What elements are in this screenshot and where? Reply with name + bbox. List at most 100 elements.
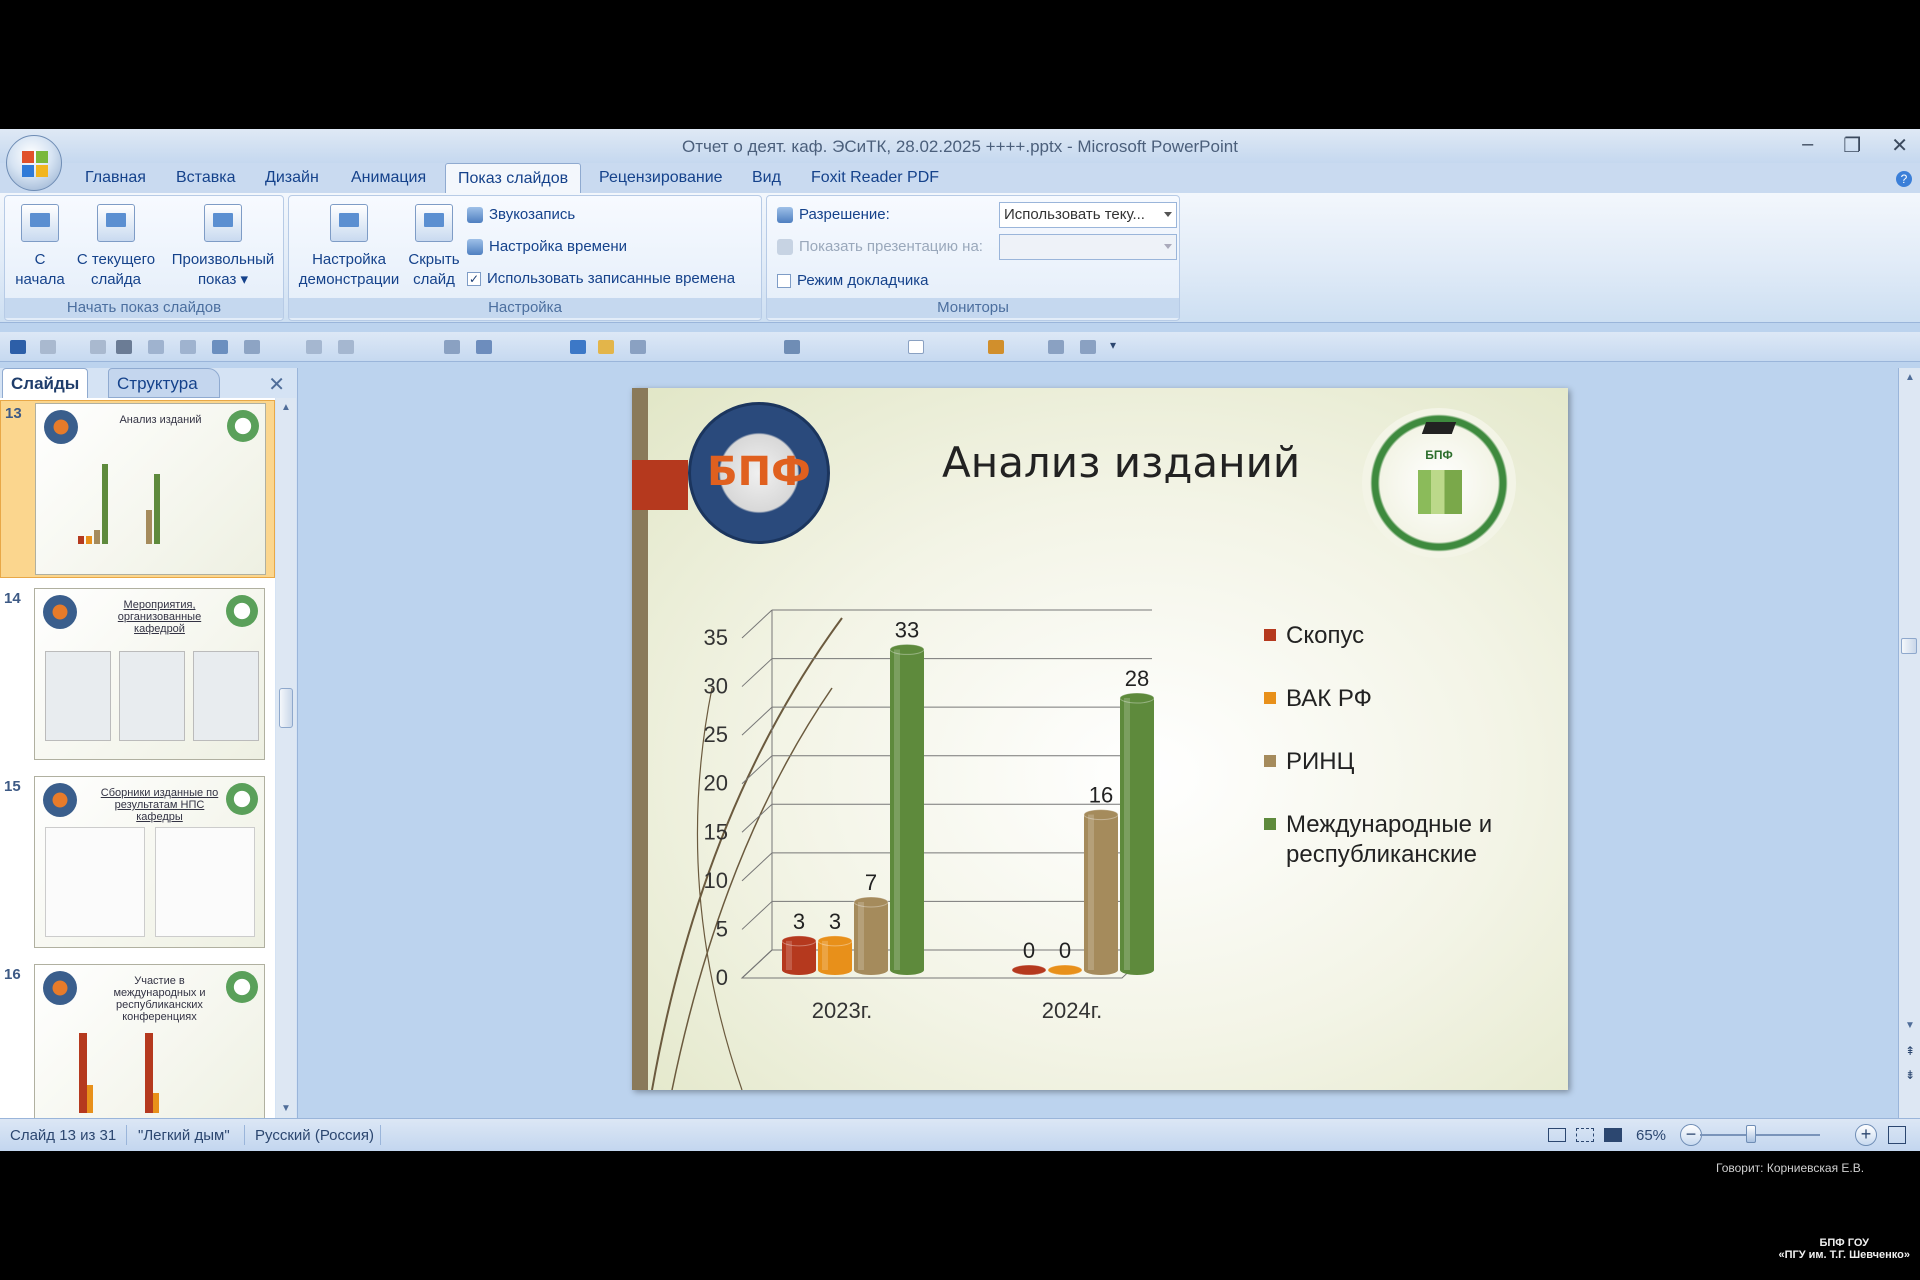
custom-show-icon xyxy=(204,204,242,242)
scroll-thumb[interactable] xyxy=(279,688,293,728)
data-label: 16 xyxy=(1089,783,1113,808)
tab-foxit[interactable]: Foxit Reader PDF xyxy=(801,169,949,187)
camera-icon[interactable] xyxy=(1080,340,1096,354)
new-slide-icon[interactable] xyxy=(908,340,924,354)
next-slide-icon[interactable]: ⇟ xyxy=(1905,1068,1915,1082)
minimize-icon[interactable]: – xyxy=(1802,133,1813,158)
tab-animation[interactable]: Анимация xyxy=(341,169,436,187)
group-start-show: С начала С текущего слайда Произвольный … xyxy=(4,195,284,321)
open-folder-icon[interactable] xyxy=(598,340,614,354)
copy-icon[interactable] xyxy=(306,340,322,354)
slideshow-view-icon[interactable] xyxy=(1604,1128,1622,1142)
divider xyxy=(126,1125,127,1145)
zoom-slider-handle[interactable] xyxy=(1746,1125,1756,1143)
zoom-slider[interactable] xyxy=(1700,1134,1820,1136)
tab-design[interactable]: Дизайн xyxy=(255,169,329,187)
format-painter-icon[interactable] xyxy=(1048,340,1064,354)
rehearse-timings-button[interactable]: Настройка времени xyxy=(467,238,627,255)
custom-show-button[interactable]: Произвольный показ ▾ xyxy=(165,204,281,290)
tab-slides[interactable]: Слайды xyxy=(2,368,89,398)
thumbnails-scrollbar[interactable]: ▲ ▼ xyxy=(276,398,296,1118)
scroll-up-icon[interactable]: ▲ xyxy=(281,402,291,413)
scroll-thumb[interactable] xyxy=(1901,638,1917,654)
tab-view[interactable]: Вид xyxy=(742,169,791,187)
thumb-preview: Анализ изданий xyxy=(35,403,266,575)
thumbnail-slide-14[interactable]: 14 Мероприятия, организованные кафедрой xyxy=(0,586,275,764)
slide-sorter-icon[interactable] xyxy=(1576,1128,1594,1142)
thumb-title: Участие в международных и республикански… xyxy=(113,975,206,1023)
picture-icon[interactable] xyxy=(212,340,228,354)
spellcheck-icon[interactable] xyxy=(570,340,586,354)
data-label: 3 xyxy=(793,909,805,934)
zoom-out-icon[interactable]: − xyxy=(1680,1124,1702,1146)
resolution-select[interactable]: Использовать теку... xyxy=(999,202,1177,228)
save-icon[interactable] xyxy=(10,340,26,354)
normal-view-icon[interactable] xyxy=(1548,1128,1566,1142)
scroll-up-icon[interactable]: ▲ xyxy=(1905,372,1915,383)
redo-icon[interactable] xyxy=(90,340,106,354)
paste-icon[interactable] xyxy=(988,340,1004,354)
restore-icon[interactable]: ❐ xyxy=(1843,133,1861,158)
gridline-diagonal xyxy=(741,852,773,882)
tab-review[interactable]: Рецензирование xyxy=(589,169,733,187)
select-icon[interactable] xyxy=(244,340,260,354)
thumb-logo-icon xyxy=(43,971,77,1005)
zoom-in-icon[interactable]: + xyxy=(1855,1124,1877,1146)
thumbnail-slide-16[interactable]: 16 Участие в международных и республикан… xyxy=(0,962,275,1118)
close-icon[interactable]: ✕ xyxy=(1891,133,1908,158)
zoom-level[interactable]: 65% xyxy=(1636,1127,1666,1144)
tab-insert[interactable]: Вставка xyxy=(166,169,245,187)
tab-outline[interactable]: Структура xyxy=(108,368,220,398)
thumbnail-slide-15[interactable]: 15 Сборники изданные по результатам НПС … xyxy=(0,774,275,952)
slide-counter: Слайд 13 из 31 xyxy=(10,1127,117,1144)
language-indicator[interactable]: Русский (Россия) xyxy=(255,1127,374,1144)
slide-scrollbar[interactable]: ▲ ▼ ⇞ ⇟ xyxy=(1898,368,1920,1118)
record-narration-button[interactable]: Звукозапись xyxy=(467,206,575,223)
textbox-icon[interactable] xyxy=(444,340,460,354)
setup-show-button[interactable]: Настройка демонстрации xyxy=(293,204,405,290)
presenter-view-checkbox[interactable]: Режим докладчика xyxy=(777,272,929,289)
resolution-value: Использовать теку... xyxy=(1004,206,1145,223)
setup-show-icon xyxy=(330,204,368,242)
title-bar: Отчет о деят. каф. ЭСиТК, 28.02.2025 +++… xyxy=(0,129,1920,163)
group-icon[interactable] xyxy=(630,340,646,354)
help-icon[interactable]: ? xyxy=(1896,171,1912,187)
scroll-down-icon[interactable]: ▼ xyxy=(1905,1020,1915,1031)
thumb-number: 16 xyxy=(4,966,21,983)
gridline-diagonal xyxy=(741,803,773,833)
print-icon[interactable] xyxy=(116,340,132,354)
tab-slideshow[interactable]: Показ слайдов xyxy=(445,163,582,195)
customize-toolbar-icon[interactable]: ▾ xyxy=(1110,338,1116,352)
y-tick-label: 15 xyxy=(704,819,728,844)
hide-slide-label: Скрыть слайд xyxy=(408,251,460,288)
legend-swatch xyxy=(1264,629,1276,641)
scroll-down-icon[interactable]: ▼ xyxy=(281,1103,291,1114)
gridline-diagonal xyxy=(741,949,773,979)
spelling-icon[interactable] xyxy=(180,340,196,354)
from-current-button[interactable]: С текущего слайда xyxy=(71,204,161,290)
show-on-select[interactable] xyxy=(999,234,1177,260)
use-timings-checkbox[interactable]: ✓ Использовать записанные времена xyxy=(467,270,735,287)
data-label: 33 xyxy=(895,617,919,642)
previous-slide-icon[interactable]: ⇞ xyxy=(1905,1044,1915,1058)
group-setup: Настройка демонстрации Скрыть слайд Звук… xyxy=(288,195,762,321)
data-label: 28 xyxy=(1125,666,1149,691)
edit-icon[interactable] xyxy=(476,340,492,354)
bar-highlight xyxy=(822,940,828,970)
current-slide[interactable]: БПФ БПФ Анализ изданий 0 5 10 15 20 25 30 35 3 3 7… xyxy=(632,388,1568,1090)
from-start-button[interactable]: С начала xyxy=(11,204,69,290)
data-label: 0 xyxy=(1059,938,1071,963)
zoom-icon[interactable] xyxy=(784,340,800,354)
theme-name[interactable]: "Легкий дым" xyxy=(138,1127,230,1144)
tab-home[interactable]: Главная xyxy=(75,169,156,187)
office-button[interactable] xyxy=(6,135,62,191)
microphone-icon xyxy=(467,206,483,223)
close-icon[interactable]: ✕ xyxy=(268,372,285,397)
thumbnail-slide-13[interactable]: 13 Анализ изданий xyxy=(0,400,275,578)
table-icon[interactable] xyxy=(338,340,354,354)
hide-slide-button[interactable]: Скрыть слайд xyxy=(401,204,467,290)
undo-icon[interactable] xyxy=(40,340,56,354)
preview-icon[interactable] xyxy=(148,340,164,354)
fit-to-window-icon[interactable] xyxy=(1888,1126,1906,1144)
thumb-bar xyxy=(79,1033,87,1113)
